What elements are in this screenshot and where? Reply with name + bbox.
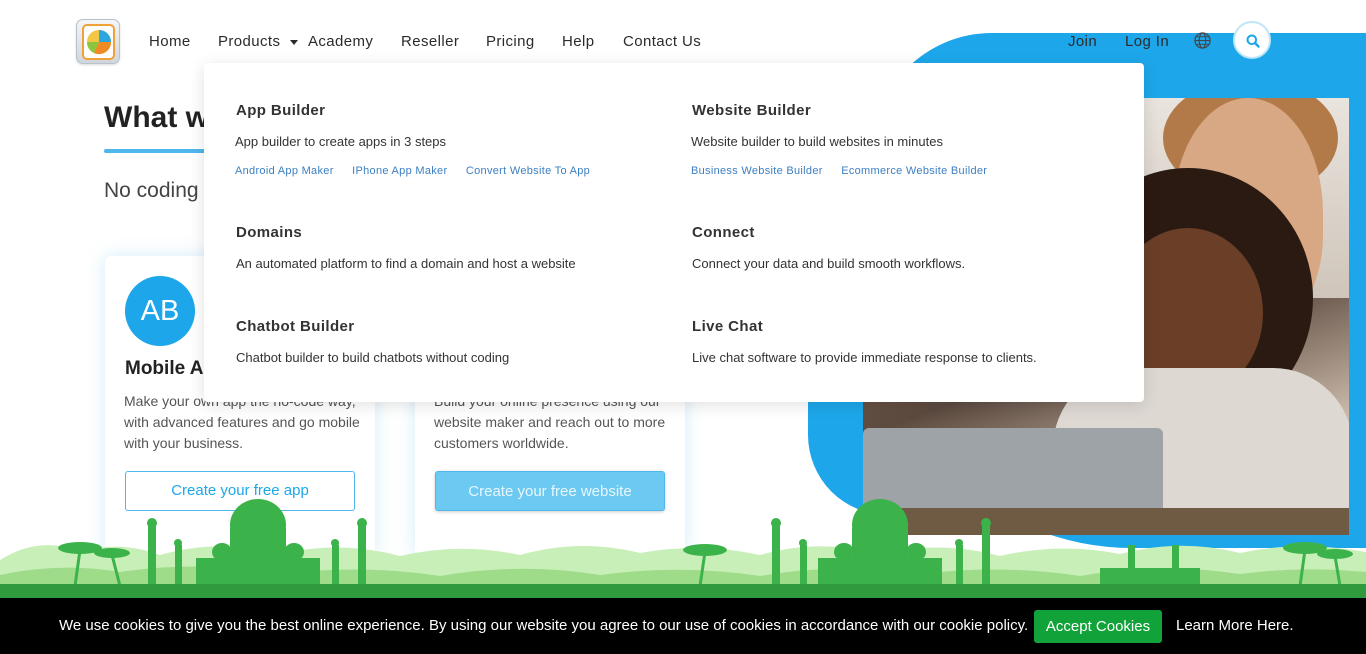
logo-pie-icon	[86, 30, 112, 55]
search-button[interactable]	[1233, 21, 1271, 59]
menu-app-builder[interactable]: App Builder	[236, 102, 325, 119]
nav-join[interactable]: Join	[1068, 33, 1097, 50]
nav-reseller[interactable]: Reseller	[401, 33, 459, 50]
search-icon	[1246, 34, 1260, 48]
link-android-app-maker[interactable]: Android App Maker	[235, 165, 334, 177]
link-iphone-app-maker[interactable]: IPhone App Maker	[352, 165, 447, 177]
learn-more-link[interactable]: Learn More Here.	[1176, 617, 1294, 634]
menu-chatbot-builder-desc: Chatbot builder to build chatbots withou…	[236, 350, 510, 365]
nav-help[interactable]: Help	[562, 33, 594, 50]
nav-home[interactable]: Home	[149, 33, 191, 50]
hero-headline: What w	[104, 101, 209, 134]
accept-cookies-button[interactable]: Accept Cookies	[1034, 610, 1162, 643]
menu-app-builder-desc: App builder to create apps in 3 steps	[235, 134, 447, 149]
hero-subline: No coding	[104, 179, 199, 202]
card-title: Mobile A	[125, 358, 204, 379]
menu-chatbot-builder[interactable]: Chatbot Builder	[236, 318, 355, 335]
menu-live-chat-desc: Live chat software to provide immediate …	[692, 350, 1037, 365]
products-dropdown-menu: App Builder App builder to create apps i…	[204, 63, 1144, 402]
avatar: AB	[125, 276, 195, 346]
menu-connect-desc: Connect your data and build smooth workf…	[692, 256, 966, 271]
nav-pricing[interactable]: Pricing	[486, 33, 535, 50]
menu-app-builder-links: Android App Maker IPhone App Maker Conve…	[235, 161, 604, 179]
nav-academy[interactable]: Academy	[308, 33, 373, 50]
cookie-consent-bar: We use cookies to give you the best onli…	[0, 598, 1366, 654]
mosque-skyline-illustration	[0, 499, 1366, 598]
link-convert-website-to-app[interactable]: Convert Website To App	[466, 165, 590, 177]
nav-contact-us[interactable]: Contact Us	[623, 33, 701, 50]
headline-underline	[104, 149, 214, 153]
nav-login[interactable]: Log In	[1125, 33, 1169, 50]
menu-domains[interactable]: Domains	[236, 224, 302, 241]
menu-website-builder-desc: Website builder to build websites in min…	[691, 134, 943, 149]
menu-live-chat[interactable]: Live Chat	[692, 318, 763, 335]
menu-connect[interactable]: Connect	[692, 224, 755, 241]
menu-website-builder-links: Business Website Builder Ecommerce Websi…	[691, 161, 1001, 179]
brand-logo[interactable]	[76, 19, 120, 64]
link-ecommerce-website-builder[interactable]: Ecommerce Website Builder	[841, 165, 987, 177]
menu-domains-desc: An automated platform to find a domain a…	[236, 256, 576, 271]
cookie-message: We use cookies to give you the best onli…	[59, 617, 1029, 634]
menu-website-builder[interactable]: Website Builder	[692, 102, 811, 119]
nav-products[interactable]: Products	[218, 33, 280, 50]
chevron-down-icon	[290, 40, 298, 45]
globe-icon[interactable]	[1194, 32, 1211, 49]
link-business-website-builder[interactable]: Business Website Builder	[691, 165, 823, 177]
